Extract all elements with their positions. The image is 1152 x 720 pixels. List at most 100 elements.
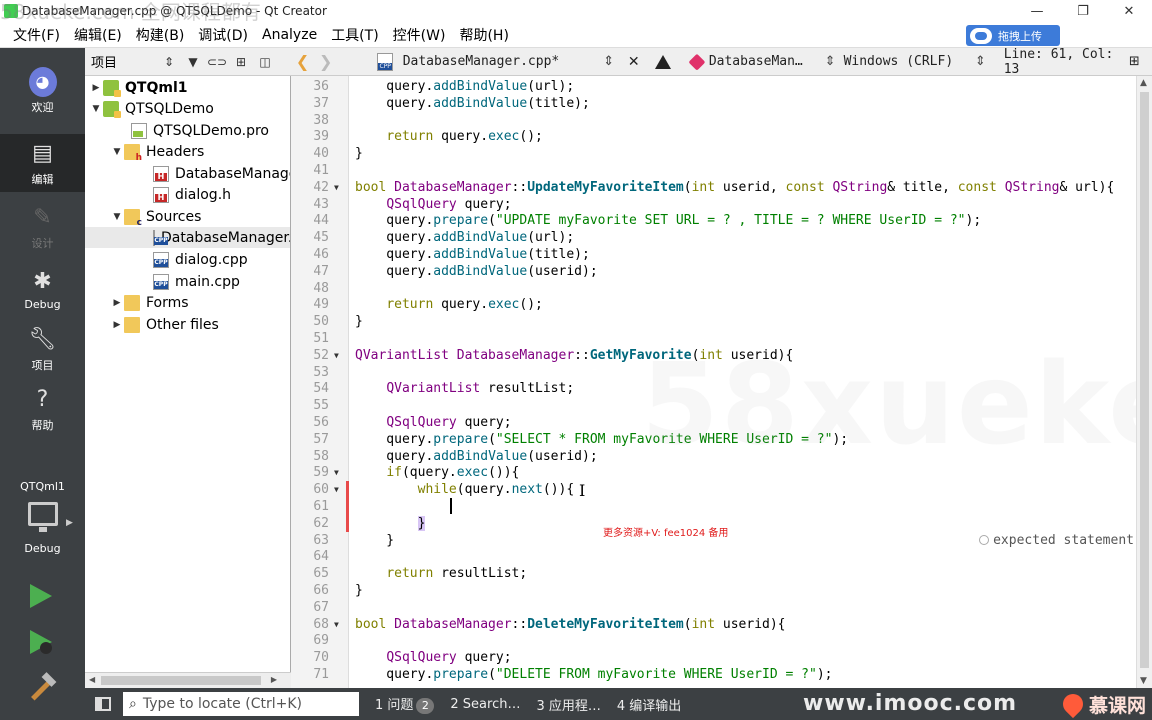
start-debugging-button[interactable] xyxy=(30,630,52,654)
code-line[interactable]: 53 xyxy=(291,364,1136,381)
menu-analyze[interactable]: Analyze xyxy=(255,27,324,43)
scroll-thumb[interactable] xyxy=(1140,92,1149,668)
code-line[interactable]: 52 ▼ QVariantList DatabaseManager::GetMyFa… xyxy=(291,347,1136,364)
project-panel-title[interactable]: 项目 xyxy=(91,52,157,71)
tree-item-pro[interactable]: QTSQLDemo.pro xyxy=(131,120,269,141)
code-line[interactable]: 55 xyxy=(291,397,1136,414)
compile-output-pane-button[interactable]: 4 编译输出 xyxy=(617,695,681,714)
collapsed-arrow-icon[interactable]: ▶ xyxy=(89,83,103,93)
code-line[interactable]: 50} xyxy=(291,313,1136,330)
open-document-selector[interactable]: DatabaseManager.cpp* xyxy=(403,54,596,69)
menu-debug[interactable]: 调试(D) xyxy=(191,25,255,45)
scroll-left-icon[interactable]: ◀ xyxy=(89,675,95,684)
expanded-arrow-icon[interactable]: ▼ xyxy=(110,212,124,222)
code-line[interactable]: 65 return resultList; xyxy=(291,565,1136,582)
scroll-up-icon[interactable]: ▲ xyxy=(1140,78,1147,88)
code-line[interactable]: 46 query.addBindValue(title); xyxy=(291,246,1136,263)
search-pane-button[interactable]: 2 Search… xyxy=(450,697,520,712)
drag-upload-button[interactable]: 拖拽上传 xyxy=(966,25,1060,46)
code-line[interactable]: 61 xyxy=(291,498,1136,515)
code-line[interactable]: 37 query.addBindValue(title); xyxy=(291,95,1136,112)
scroll-down-icon[interactable]: ▼ xyxy=(1140,676,1147,686)
collapsed-arrow-icon[interactable]: ▶ xyxy=(110,320,124,330)
maximize-button[interactable]: ❐ xyxy=(1060,0,1106,22)
code-line[interactable]: 40} xyxy=(291,145,1136,162)
expanded-arrow-icon[interactable]: ▼ xyxy=(89,104,103,114)
code-line[interactable]: 59 ▼ if(query.exec()){ xyxy=(291,464,1136,481)
code-line[interactable]: 45 query.addBindValue(url); xyxy=(291,229,1136,246)
code-line[interactable]: 44 query.prepare("UPDATE myFavorite SET … xyxy=(291,212,1136,229)
close-pane-icon[interactable]: ◫ xyxy=(253,55,277,69)
fold-marker-icon[interactable]: ▼ xyxy=(334,616,344,633)
app-output-pane-button[interactable]: 3 应用程… xyxy=(536,695,600,714)
tree-item-dialog-h[interactable]: dialog.h xyxy=(153,184,231,205)
code-line[interactable]: 64 xyxy=(291,548,1136,565)
code-line[interactable]: 54 QVariantList resultList; xyxy=(291,380,1136,397)
code-line[interactable]: 51 xyxy=(291,330,1136,347)
issues-pane-button[interactable]: 1 问题 2 xyxy=(375,694,435,714)
tree-item-forms[interactable]: ▶ Forms xyxy=(110,292,189,313)
menu-tools[interactable]: 工具(T) xyxy=(324,25,385,45)
code-line[interactable]: 71 query.prepare("DELETE FROM myFavorite… xyxy=(291,666,1136,683)
code-line[interactable]: 66} xyxy=(291,582,1136,599)
tree-item-databasemanager-cpp[interactable]: DatabaseManager.cpp xyxy=(85,227,290,248)
fold-marker-icon[interactable]: ▼ xyxy=(334,481,344,498)
sync-link-icon[interactable]: ⊂⊃ xyxy=(205,55,229,69)
minimize-button[interactable]: — xyxy=(1014,0,1060,22)
code-line[interactable]: 36 query.addBindValue(url); xyxy=(291,78,1136,95)
code-line[interactable]: 70 QSqlQuery query; xyxy=(291,649,1136,666)
menu-help[interactable]: 帮助(H) xyxy=(452,25,515,45)
code-line[interactable]: 39 return query.exec(); xyxy=(291,128,1136,145)
code-line[interactable]: 48 xyxy=(291,280,1136,297)
collapsed-arrow-icon[interactable]: ▶ xyxy=(110,298,124,308)
go-forward-icon[interactable]: ❯ xyxy=(314,52,337,71)
scroll-right-icon[interactable]: ▶ xyxy=(271,675,277,684)
diagnostic-message[interactable]: expected statement xyxy=(979,532,1134,549)
tree-item-dialog-cpp[interactable]: dialog.cpp xyxy=(153,249,248,270)
tree-item-other-files[interactable]: ▶ Other files xyxy=(110,314,219,335)
mode-edit[interactable]: ▤ 编辑 xyxy=(0,134,85,192)
expanded-arrow-icon[interactable]: ▼ xyxy=(110,147,124,157)
fold-marker-icon[interactable]: ▼ xyxy=(334,179,344,196)
split-icon[interactable]: ⊞ xyxy=(229,55,253,69)
code-line[interactable]: 56 QSqlQuery query; xyxy=(291,414,1136,431)
tree-item-headers[interactable]: ▼ Headers xyxy=(110,141,204,163)
filter-icon[interactable]: ▼ xyxy=(181,55,205,69)
project-tree-hscrollbar[interactable]: ◀ ▶ xyxy=(85,672,291,688)
split-editor-icon[interactable]: ⊞ xyxy=(1129,54,1152,69)
code-line[interactable]: 69 xyxy=(291,632,1136,649)
tree-item-databasemanager-h[interactable]: DatabaseManager.h xyxy=(153,163,290,184)
code-line[interactable]: 58 query.addBindValue(userid); xyxy=(291,448,1136,465)
close-document-icon[interactable]: ✕ xyxy=(622,54,645,70)
scroll-thumb[interactable] xyxy=(101,676,261,685)
updown-icon[interactable]: ⇕ xyxy=(967,54,994,69)
fold-marker-icon[interactable]: ▼ xyxy=(334,464,344,481)
code-line[interactable]: 62 } 更多资源+V: fee1024 备用 xyxy=(291,515,1136,539)
mode-help[interactable]: ? 帮助 xyxy=(0,380,85,438)
mode-debug[interactable]: ✱ Debug xyxy=(0,260,85,318)
mode-projects[interactable]: 🔧︎ 项目 xyxy=(0,320,85,378)
tree-item-sources[interactable]: ▼ Sources xyxy=(110,206,201,228)
run-button[interactable] xyxy=(30,584,52,608)
code-line[interactable]: 68 ▼ bool DatabaseManager::DeleteMyFavorit… xyxy=(291,616,1136,633)
tree-item-qtsqldemo[interactable]: ▼ QTSQLDemo xyxy=(89,98,214,119)
code-line[interactable]: 49 return query.exec(); xyxy=(291,296,1136,313)
go-back-icon[interactable]: ❮ xyxy=(291,52,314,71)
updown-icon[interactable]: ⇕ xyxy=(817,54,844,69)
close-window-button[interactable]: ✕ xyxy=(1106,0,1152,22)
symbol-selector[interactable]: DatabaseMan… xyxy=(709,54,817,69)
build-button[interactable] xyxy=(30,672,57,701)
mode-welcome[interactable]: ◕ 欢迎 xyxy=(0,62,85,120)
menu-edit[interactable]: 编辑(E) xyxy=(67,25,129,45)
updown-icon[interactable]: ⇕ xyxy=(595,54,622,69)
code-line[interactable]: 47 query.addBindValue(userid); xyxy=(291,263,1136,280)
menu-file[interactable]: 文件(F) xyxy=(6,25,67,45)
fold-marker-icon[interactable]: ▼ xyxy=(334,347,344,364)
code-line[interactable]: 38 xyxy=(291,112,1136,129)
code-line[interactable]: 60 ▼ while(query.next()){ xyxy=(291,481,1136,498)
cursor-position[interactable]: Line: 61, Col: 13 xyxy=(1004,47,1129,77)
locator-input[interactable]: ⌕ Type to locate (Ctrl+K) xyxy=(123,692,359,716)
code-line[interactable]: 67 xyxy=(291,599,1136,616)
mode-design[interactable]: ✎ 设计 xyxy=(0,198,85,256)
code-line[interactable]: 63 } expected statement xyxy=(291,532,1136,549)
